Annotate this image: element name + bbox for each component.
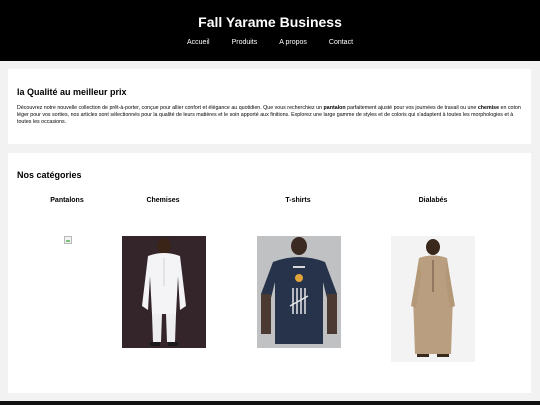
nav-link-a-propos[interactable]: A propos — [279, 39, 307, 46]
intro-text-1: Découvrez notre nouvelle collection de p… — [17, 105, 324, 111]
dialabe-image[interactable] — [391, 236, 475, 362]
intro-section: la Qualité au meilleur prix Découvrez no… — [8, 69, 531, 144]
site-header: Fall Yarame Business Accueil Produits A … — [0, 0, 540, 61]
categories-heading: Nos catégories — [17, 170, 82, 180]
categories-section: Nos catégories Pantalons Chemises T-shir… — [8, 153, 531, 393]
chemise-image[interactable] — [122, 236, 206, 348]
category-label-chemises[interactable]: Chemises — [118, 197, 208, 204]
intro-heading: la Qualité au meilleur prix — [17, 87, 127, 97]
intro-bold-pantalon: pantalon — [323, 105, 346, 111]
intro-bold-chemise: chemise — [477, 105, 500, 111]
category-label-tshirts[interactable]: T-shirts — [253, 197, 343, 204]
broken-image-icon[interactable] — [64, 236, 72, 244]
intro-text-2: parfaitement ajusté pour vos journées de… — [345, 105, 478, 111]
nav-link-contact[interactable]: Contact — [329, 39, 353, 46]
intro-paragraph: Découvrez notre nouvelle collection de p… — [17, 105, 527, 126]
nav-link-produits[interactable]: Produits — [232, 39, 258, 46]
category-label-pantalons[interactable]: Pantalons — [22, 197, 112, 204]
site-title: Fall Yarame Business — [198, 14, 342, 30]
main-nav: Accueil Produits A propos Contact — [0, 39, 540, 46]
tshirt-image[interactable] — [257, 236, 341, 348]
nav-link-accueil[interactable]: Accueil — [187, 39, 210, 46]
bottom-bar — [0, 401, 540, 405]
category-label-dialabes[interactable]: Dialabés — [388, 197, 478, 204]
